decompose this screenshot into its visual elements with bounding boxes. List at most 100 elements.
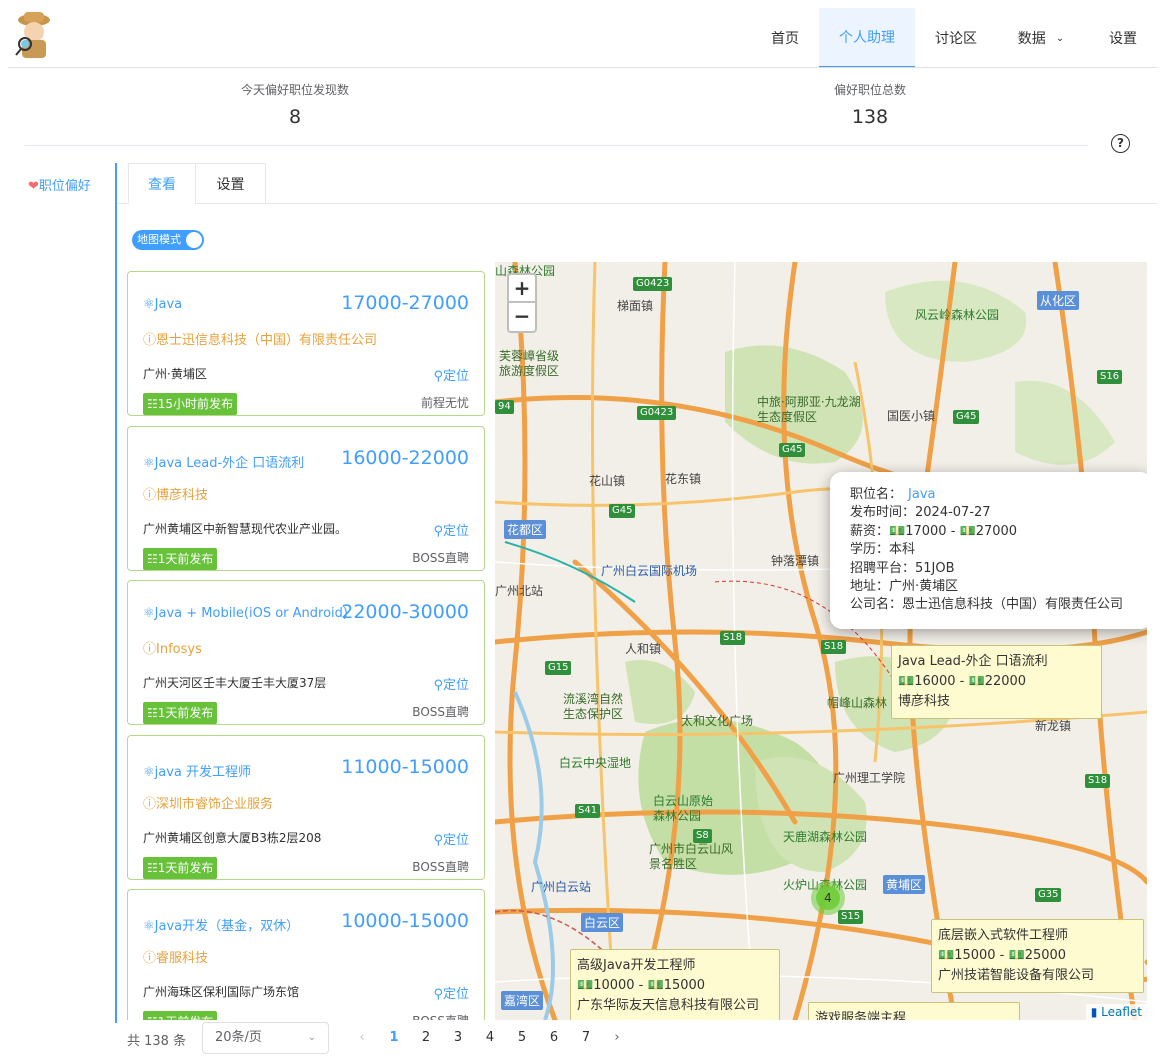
road-shield: S16 [1097,370,1123,384]
page-number[interactable]: 3 [448,1030,468,1045]
chevron-down-icon: ⌄ [1055,32,1065,44]
popup-row: 公司名：恩士迅信息科技（中国）有限责任公司 [850,597,1124,613]
toggle-knob [186,232,202,248]
map-district-label: 嘉湾区 [501,991,544,1010]
money-icon: 💵 [959,523,976,539]
map-label: 广州理工学院 [833,771,906,785]
page-number[interactable]: 2 [416,1030,436,1045]
nav-settings[interactable]: 设置 [1094,8,1152,68]
map-label: 广州市白云山风景名胜区 [649,842,734,871]
map-label: 广州白云国际机场 [601,564,698,578]
job-address: 广州·黄埔区 [143,367,207,381]
job-source: BOSS直聘 [412,705,469,719]
job-salary: 17000-27000 [341,292,469,314]
help-icon[interactable]: ? [1111,134,1130,153]
map-mode-toggle[interactable]: 地图模式 [132,230,204,250]
calendar-icon: ☷ [147,551,158,566]
popup-row: 薪资：💵17000 - 💵27000 [850,523,1018,539]
road-shield: 94 [495,400,514,414]
map-label: 中旅·阿那亚·九龙湖生态度假区 [757,395,861,424]
chevron-down-icon: ⌄ [307,1032,316,1043]
location-pin-icon: ⚲ [433,523,443,539]
popup-row: 发布时间：2024-07-27 [850,505,991,521]
popup-row: 职位名： Java [850,487,936,502]
zoom-in-button[interactable]: + [507,273,537,303]
job-list[interactable]: ⚛Java 17000-27000 ⓘ恩士迅信息科技（中国）有限责任公司 广州·黄埔区… [127,262,486,1020]
page-number[interactable]: 7 [576,1030,596,1045]
posted-badge: ☷15小时前发布 [143,393,238,415]
page-size-select[interactable]: 20条/页 ⌄ [202,1022,329,1054]
road-shield: S18 [1085,774,1111,788]
page-number[interactable]: 4 [480,1030,500,1045]
nav-data[interactable]: 数据 ⌄ [1000,8,1082,68]
map-label: 钟落潭镇 [771,554,820,568]
job-tooltip[interactable]: Java Lead-外企 口语流利 💵16000 - 💵22000 博彦科技 [891,645,1102,719]
job-card[interactable]: ⚛java 开发工程师 11000-15000 ⓘ深圳市睿饰企业服务 广州黄埔区创意大… [127,734,485,880]
map-label: 流溪湾自然生态保护区 [563,692,624,721]
nav-home[interactable]: 首页 [756,8,814,68]
money-icon: 💵 [647,978,664,993]
zoom-out-button[interactable]: − [507,303,537,333]
building-icon: ⓘ [143,642,157,657]
job-map[interactable]: 山森林公园 风云岭森林公园 从化区 芙蓉嶂省级旅游度假区 中旅·阿那亚·九龙湖生… [495,262,1147,1020]
road-shield: S15 [838,910,864,924]
map-attribution[interactable]: ▮ Leaflet [1085,1004,1147,1020]
job-title[interactable]: ⚛Java + Mobile(iOS or Android) [143,606,348,621]
map-label: 帽峰山森林 [827,696,888,710]
page-number[interactable]: 6 [544,1030,564,1045]
job-card[interactable]: ⚛Java Lead-外企 口语流利 16000-22000 ⓘ博彦科技 广州黄埔区中… [127,425,485,571]
sidebar-item-job-preference[interactable]: ❤职位偏好 [28,175,91,194]
map-label: 白云中央湿地 [559,756,632,770]
locate-button[interactable]: ⚲定位 [433,829,469,848]
prev-page-button[interactable]: ‹ [352,1030,372,1045]
job-tooltip[interactable]: 游戏服务端主程 [808,1002,1020,1020]
calendar-icon: ☷ [147,706,158,720]
job-address: 广州海珠区保利国际广场东馆 [143,985,300,999]
locate-button[interactable]: ⚲定位 [433,365,469,384]
location-pin-icon: ⚲ [433,832,443,848]
map-label: 国医小镇 [887,409,936,423]
briefcase-icon: ⚛ [143,297,155,312]
map-district-label: 黄埔区 [883,875,926,894]
job-card[interactable]: ⚛Java开发（基金，双休） 10000-15000 ⓘ睿服科技 广州海珠区保利国际广… [127,889,485,1020]
page-number[interactable]: 5 [512,1030,532,1045]
job-salary: 16000-22000 [341,446,469,469]
job-source: BOSS直聘 [412,550,469,565]
job-salary: 22000-30000 [341,601,469,623]
nav-discussion[interactable]: 讨论区 [920,8,992,68]
map-label: 人和镇 [625,642,662,656]
nav-assistant[interactable]: 个人助理 [819,8,915,68]
job-title[interactable]: ⚛Java Lead-外企 口语流利 [143,452,304,471]
stat-total-label: 偏好职位总数 [833,83,906,97]
job-title[interactable]: ⚛Java [143,297,182,312]
page-number[interactable]: 1 [384,1030,404,1045]
location-pin-icon: ⚲ [433,987,443,1002]
job-company: ⓘ恩士迅信息科技（中国）有限责任公司 [143,333,378,348]
tab-view[interactable]: 查看 [128,163,196,204]
locate-button[interactable]: ⚲定位 [433,983,469,1002]
job-title[interactable]: ⚛java 开发工程师 [143,761,251,780]
tab-settings[interactable]: 设置 [195,163,266,204]
flag-icon: ▮ [1090,1005,1098,1019]
next-page-button[interactable]: › [607,1030,627,1045]
locate-button[interactable]: ⚲定位 [433,674,469,693]
map-label: 梯面镇 [617,299,654,313]
locate-button[interactable]: ⚲定位 [433,520,469,539]
tab-divider-left [118,203,128,204]
job-salary: 10000-15000 [341,910,469,932]
heart-icon: ❤ [28,179,39,194]
building-icon: ⓘ [143,333,157,348]
road-shield: S41 [575,804,601,818]
map-label: 花东镇 [665,472,702,486]
job-tooltip[interactable]: 高级Java开发工程师 💵10000 - 💵15000 广东华际友天信息科技有限… [570,949,780,1020]
job-card[interactable]: ⚛Java + Mobile(iOS or Android) 22000-3000… [127,580,485,725]
job-title[interactable]: ⚛Java开发（基金，双休） [143,915,299,934]
job-tooltip[interactable]: 底层嵌入式软件工程师 💵15000 - 💵25000 广州技诺智能设备有限公司 [931,919,1144,993]
map-label: 芙蓉嶂省级旅游度假区 [499,349,560,378]
popup-row: 学历：本科 [850,542,916,558]
popup-row: 招聘平台：51JOB [850,560,955,576]
job-card[interactable]: ⚛Java 17000-27000 ⓘ恩士迅信息科技（中国）有限责任公司 广州·黄埔区… [127,271,485,416]
marker-cluster[interactable]: 4 [811,881,845,915]
briefcase-icon: ⚛ [143,919,155,934]
map-label: 白云山原始森林公园 [653,794,714,823]
